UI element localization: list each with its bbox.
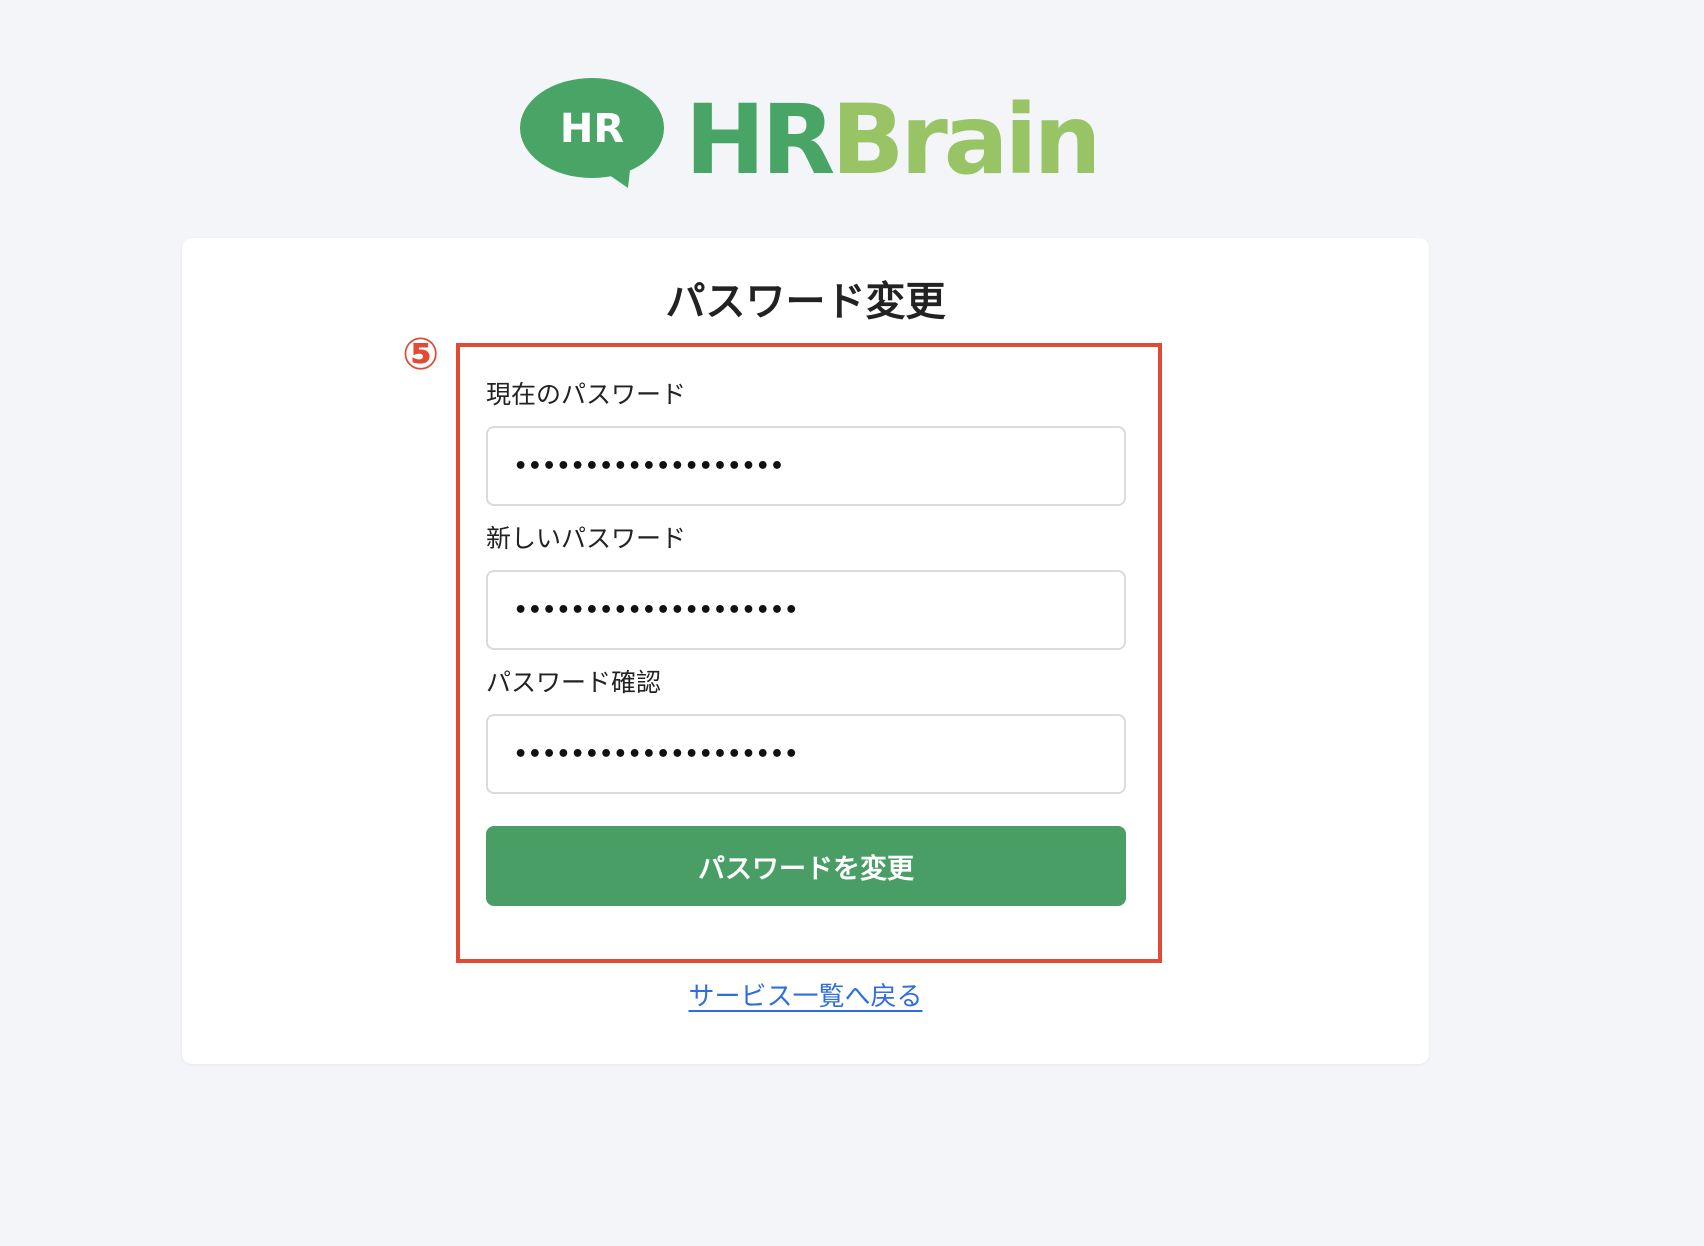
page-title: パスワード変更 <box>665 279 946 325</box>
svg-text:HRBrain: HRBrain <box>685 84 1094 192</box>
password-change-form: 現在のパスワード ••••••••••••••••••• 新しいパスワード ••… <box>486 370 1126 906</box>
new-password-field[interactable]: •••••••••••••••••••• <box>486 570 1126 650</box>
confirm-password-label: パスワード確認 <box>486 668 662 697</box>
new-password-value: •••••••••••••••••••• <box>514 597 799 623</box>
change-password-button[interactable]: パスワードを変更 <box>486 826 1126 906</box>
current-password-field[interactable]: ••••••••••••••••••• <box>486 426 1126 506</box>
logo-badge-text: HR <box>560 106 624 152</box>
logo-wordmark-brain: Brain <box>831 84 1094 192</box>
annotation-number-badge: ⑤ <box>402 329 440 380</box>
current-password-label: 現在のパスワード <box>486 380 687 409</box>
new-password-label: 新しいパスワード <box>486 524 687 553</box>
current-password-value: ••••••••••••••••••• <box>514 453 785 479</box>
confirm-password-value: •••••••••••••••••••• <box>514 741 799 767</box>
logo-wordmark-hr: HR <box>685 84 833 192</box>
back-to-services-link[interactable]: サービス一覧へ戻る <box>182 976 1429 1013</box>
confirm-password-field[interactable]: •••••••••••••••••••• <box>486 714 1126 794</box>
hrbrain-logo-graphic: HR HRBrain <box>520 78 1094 192</box>
hrbrain-logo: HR HRBrain <box>520 76 1094 192</box>
